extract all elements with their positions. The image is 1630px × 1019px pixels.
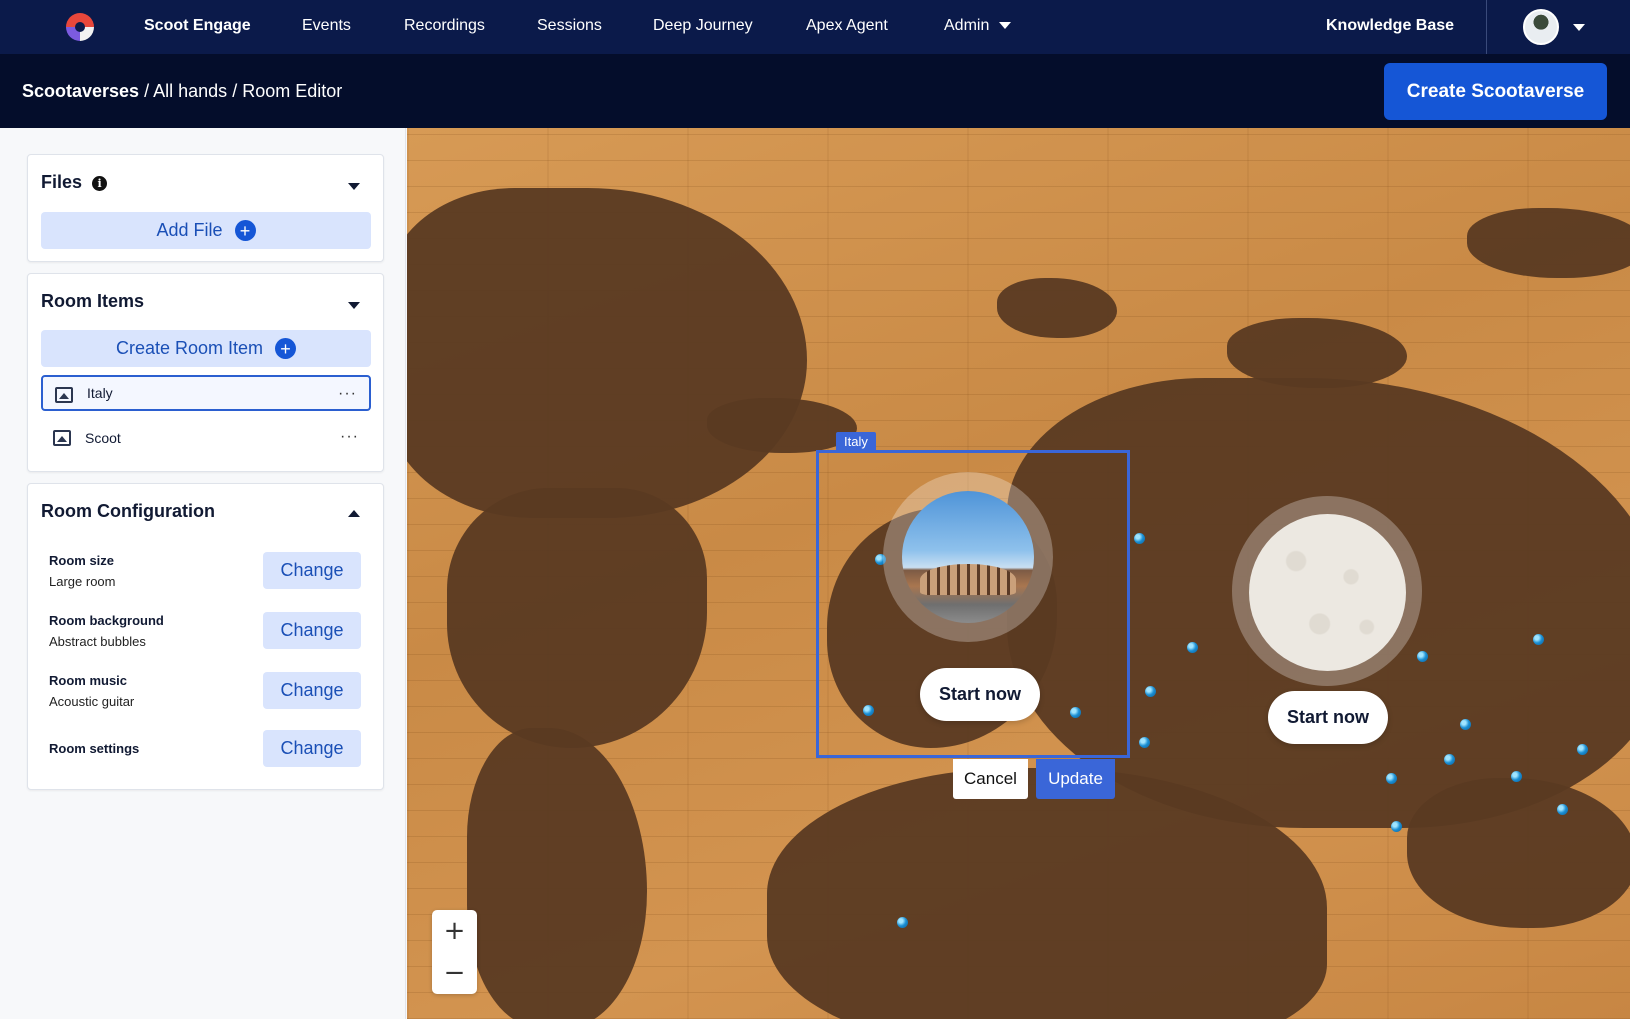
info-icon[interactable]: i: [92, 175, 108, 191]
files-panel: Files i Add File +: [27, 154, 384, 262]
map-continent: [467, 728, 647, 1019]
update-button[interactable]: Update: [1036, 759, 1115, 799]
map-pin: [1577, 744, 1588, 755]
chevron-down-icon[interactable]: [1573, 24, 1585, 31]
change-room-music-button[interactable]: Change: [263, 672, 361, 709]
room-items-title: Room Items: [41, 291, 145, 311]
plus-circle-icon: +: [234, 220, 256, 241]
selection-box[interactable]: [816, 450, 1130, 758]
room-configuration-panel: Room Configuration Room size Large room …: [27, 483, 384, 790]
map-pin: [1557, 804, 1568, 815]
nav-admin-label: Admin: [944, 17, 990, 34]
files-title-label: Files: [41, 172, 83, 192]
change-room-background-button[interactable]: Change: [263, 612, 361, 649]
breadcrumb-separator: /: [232, 81, 238, 101]
map-pin: [1139, 737, 1150, 748]
room-background-value: Abstract bubbles: [49, 634, 146, 649]
map-continent: [997, 278, 1117, 338]
map-pin: [1145, 686, 1156, 697]
change-room-size-button[interactable]: Change: [263, 552, 361, 589]
room-item-label: Italy: [87, 385, 113, 401]
room-background-label: Room background: [49, 613, 164, 628]
image-icon: [53, 430, 71, 446]
map-continent: [1407, 778, 1630, 928]
map-continent: [1467, 208, 1630, 278]
nav-divider: [1486, 0, 1487, 54]
zoom-out-icon[interactable]: −: [432, 952, 477, 994]
zoom-in-icon[interactable]: +: [432, 910, 477, 952]
nav-knowledge-base[interactable]: Knowledge Base: [1326, 17, 1454, 35]
breadcrumb-current: Room Editor: [242, 81, 343, 101]
map-pin: [1187, 642, 1198, 653]
plus-circle-icon: +: [275, 338, 297, 359]
collapse-room-config-icon[interactable]: [348, 510, 360, 517]
map-pin: [1391, 821, 1402, 832]
map-continent: [707, 398, 857, 453]
zoom-controls: + −: [432, 910, 477, 994]
room-music-value: Acoustic guitar: [49, 694, 135, 709]
caret-down-icon: [999, 22, 1012, 30]
scoot-logo-icon[interactable]: [66, 13, 94, 41]
room-canvas[interactable]: Start now Italy Cancel Update Start now …: [407, 128, 1630, 1019]
files-title: Files i: [41, 172, 108, 193]
breadcrumb-separator: /: [144, 81, 150, 101]
map-pin: [897, 917, 908, 928]
image-icon: [55, 387, 73, 403]
nav-events[interactable]: Events: [302, 17, 351, 35]
top-navigation: Scoot Engage Events Recordings Sessions …: [0, 0, 1630, 54]
sidebar: Files i Add File + Room Items Create Room…: [0, 128, 406, 1019]
room-size-value: Large room: [49, 574, 116, 589]
scoot-hotspot-image[interactable]: [1249, 514, 1406, 671]
map-continent: [447, 488, 707, 748]
user-avatar[interactable]: [1523, 9, 1559, 45]
add-file-label: Add File: [156, 220, 223, 240]
nav-brand[interactable]: Scoot Engage: [144, 17, 251, 35]
map-pin: [1511, 771, 1522, 782]
nav-deep-journey[interactable]: Deep Journey: [653, 17, 753, 35]
more-options-icon[interactable]: ···: [338, 385, 357, 403]
breadcrumb-middle[interactable]: All hands: [153, 81, 227, 101]
create-scootaverse-button[interactable]: Create Scootaverse: [1384, 63, 1607, 120]
breadcrumb: Scootaverses / All hands / Room Editor: [22, 81, 342, 102]
map-pin: [1386, 773, 1397, 784]
nav-admin[interactable]: Admin: [944, 17, 1012, 35]
room-item-scoot[interactable]: Scoot ···: [41, 420, 371, 456]
nav-sessions[interactable]: Sessions: [537, 17, 602, 35]
more-options-icon[interactable]: ···: [340, 428, 359, 446]
change-room-settings-button[interactable]: Change: [263, 730, 361, 767]
room-configuration-title: Room Configuration: [41, 501, 215, 521]
nav-apex-agent[interactable]: Apex Agent: [806, 17, 888, 35]
room-item-label: Scoot: [85, 430, 121, 446]
map-pin: [1417, 651, 1428, 662]
collapse-room-items-icon[interactable]: [348, 302, 360, 309]
room-size-label: Room size: [49, 553, 115, 568]
map-pin: [1533, 634, 1544, 645]
cancel-button[interactable]: Cancel: [953, 759, 1028, 799]
nav-recordings[interactable]: Recordings: [404, 17, 485, 35]
map-pin: [1460, 719, 1471, 730]
create-room-item-button[interactable]: Create Room Item +: [41, 330, 371, 367]
room-settings-label: Room settings: [49, 741, 140, 756]
room-music-label: Room music: [49, 673, 128, 688]
selected-item-tag: Italy: [836, 432, 876, 451]
room-item-italy[interactable]: Italy ···: [41, 375, 371, 411]
map-continent: [1227, 318, 1407, 388]
map-pin: [1134, 533, 1145, 544]
map-pin: [1444, 754, 1455, 765]
map-continent: [407, 188, 807, 518]
collapse-files-icon[interactable]: [348, 183, 360, 190]
create-room-item-label: Create Room Item: [115, 338, 264, 358]
add-file-button[interactable]: Add File +: [41, 212, 371, 249]
start-now-button[interactable]: Start now: [1268, 691, 1388, 744]
room-items-panel: Room Items Create Room Item + Italy ··· …: [27, 273, 384, 472]
breadcrumb-root[interactable]: Scootaverses: [22, 81, 139, 101]
